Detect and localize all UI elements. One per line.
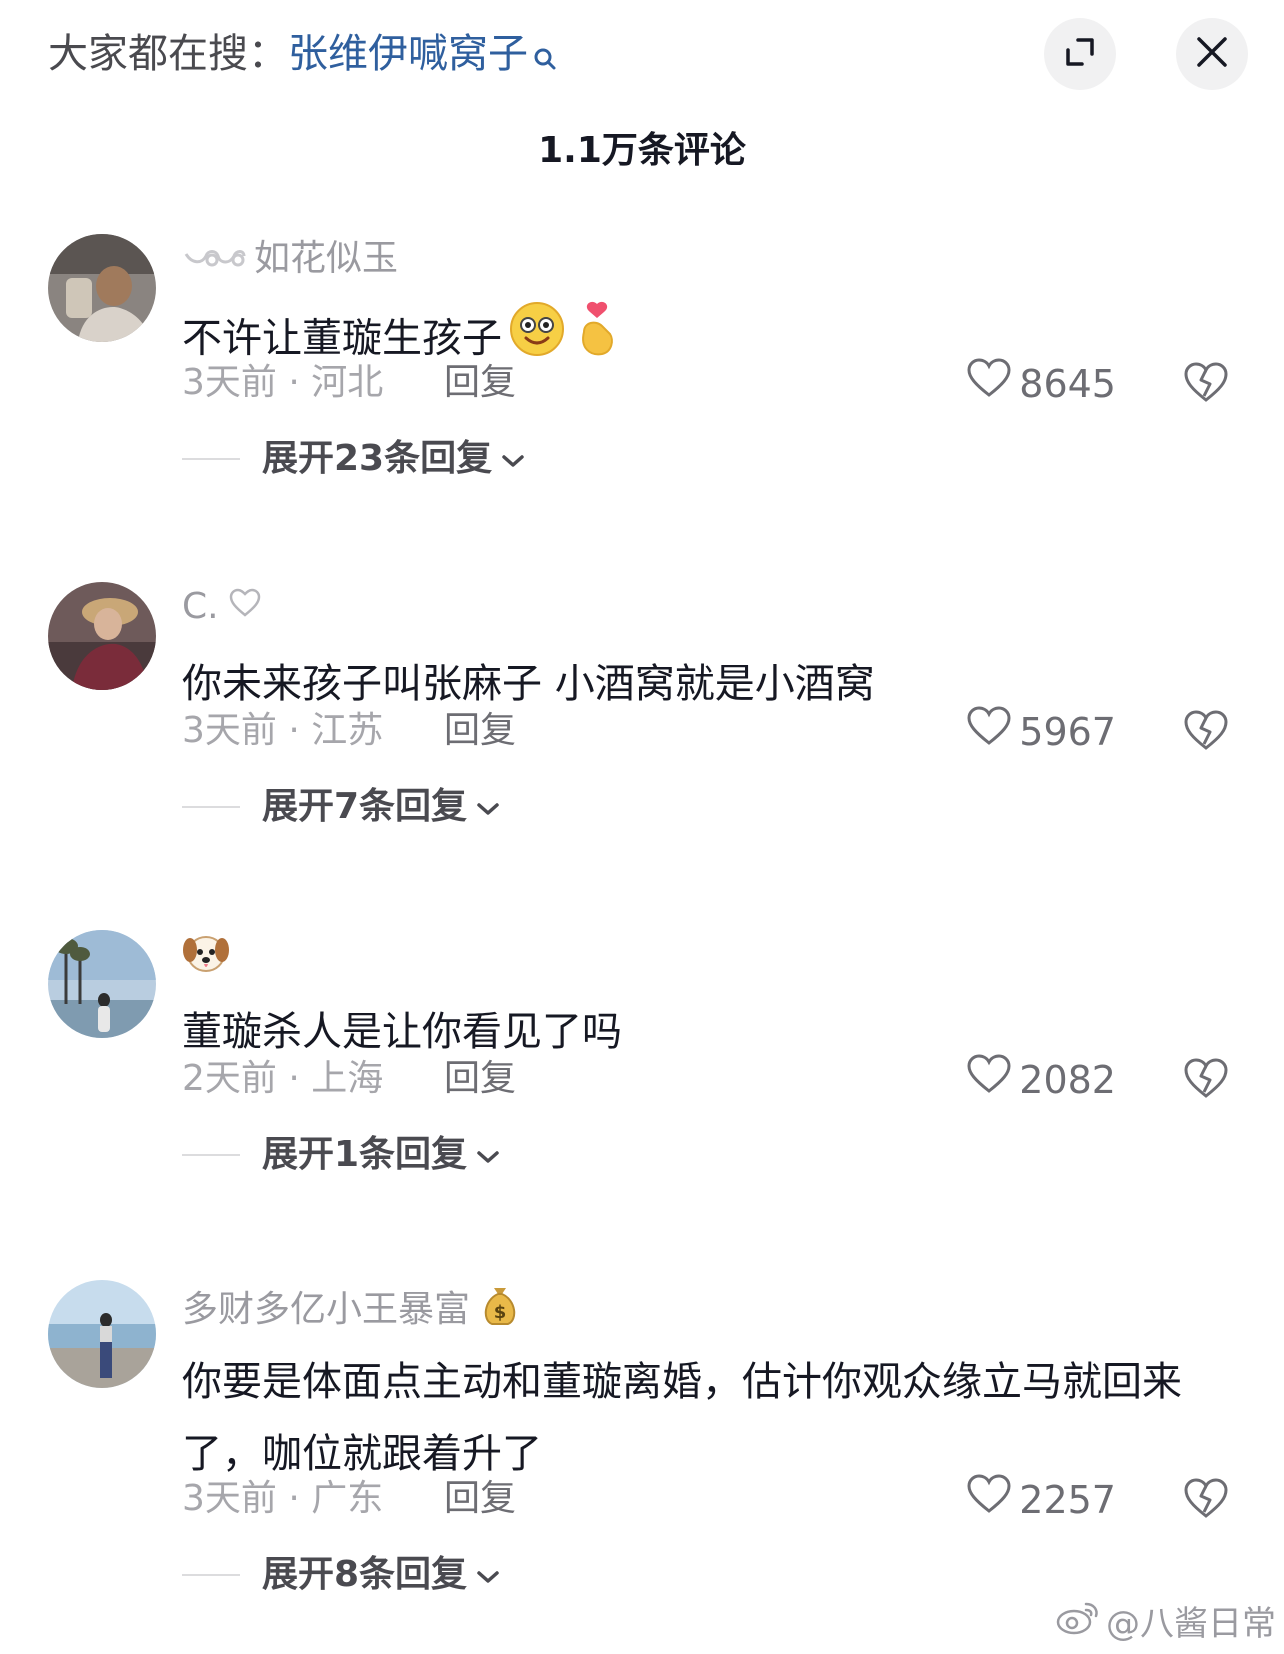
dislike-button[interactable]	[1184, 710, 1228, 756]
expand-replies-button[interactable]: 展开8条回复	[182, 1550, 501, 1600]
expand-divider	[182, 1154, 240, 1156]
comment-panel: 大家都在搜：张维伊喊窝子 1.1万条评论 如花似玉 不许让董璇生孩子 3天前 ·…	[0, 0, 1284, 1654]
dislike-icon	[1184, 710, 1228, 756]
weibo-icon	[1056, 1600, 1100, 1647]
chevron-down-icon	[500, 434, 526, 484]
expand-replies-button[interactable]: 展开23条回复	[182, 434, 526, 484]
like-count: 2257	[1019, 1478, 1116, 1522]
chevron-down-icon	[475, 1130, 501, 1180]
hot-search-banner[interactable]: 大家都在搜：张维伊喊窝子	[48, 26, 558, 82]
expand-replies-label: 展开1条回复	[262, 1134, 468, 1175]
like-count: 2082	[1019, 1058, 1116, 1102]
dislike-icon	[1184, 1058, 1228, 1104]
username-text: 多财多亿小王暴富	[182, 1289, 471, 1330]
avatar[interactable]	[48, 1280, 156, 1388]
expand-replies-label: 展开23条回复	[262, 438, 493, 479]
dislike-icon	[1184, 362, 1228, 408]
comment-time-location: 3天前 · 河北	[182, 362, 384, 403]
comment-time-location: 3天前 · 江苏	[182, 710, 384, 751]
dislike-button[interactable]	[1184, 1058, 1228, 1104]
reply-button[interactable]: 回复	[444, 706, 516, 756]
username[interactable]: 多财多亿小王暴富 $	[182, 1280, 520, 1340]
comment-body: 你要是体面点主动和董璇离婚，估计你观众缘立马就回来了，咖位就跟着升了	[182, 1359, 1182, 1477]
comment-time-location: 2天前 · 上海	[182, 1058, 384, 1099]
expand-divider	[182, 1574, 240, 1576]
heart-icon	[967, 1054, 1011, 1106]
expand-replies-label: 展开8条回复	[262, 1554, 468, 1595]
comment-count-title: 1.1万条评论	[538, 130, 746, 171]
expand-replies-label: 展开7条回复	[262, 786, 468, 827]
expand-button[interactable]	[1044, 18, 1116, 90]
dislike-button[interactable]	[1184, 1478, 1228, 1524]
avatar[interactable]	[48, 930, 156, 1038]
close-icon	[1195, 35, 1229, 73]
like-count: 5967	[1019, 710, 1116, 754]
heart-icon	[967, 358, 1011, 410]
username[interactable]: 如花似玉	[182, 234, 398, 284]
heart-outline-icon	[229, 582, 261, 632]
hot-search-term[interactable]: 张维伊喊窝子	[288, 31, 528, 77]
avatar[interactable]	[48, 234, 156, 342]
username-text: C.	[182, 586, 219, 627]
expand-replies-button[interactable]: 展开7条回复	[182, 782, 501, 832]
finger-heart-emoji-icon	[572, 300, 622, 381]
watermark: @八酱日常	[1056, 1600, 1276, 1647]
reply-button[interactable]: 回复	[444, 358, 516, 408]
comment-time-location: 3天前 · 广东	[182, 1478, 384, 1519]
watermark-text: @八酱日常	[1106, 1603, 1276, 1644]
expand-divider	[182, 806, 240, 808]
username[interactable]: C.	[182, 582, 261, 632]
hot-search-prefix: 大家都在搜：	[48, 31, 288, 77]
smile-emoji-icon	[508, 300, 566, 381]
reply-button[interactable]: 回复	[444, 1054, 516, 1104]
dog-emoji-icon	[182, 930, 230, 988]
heart-icon	[967, 706, 1011, 758]
comment-text: 你要是体面点主动和董璇离婚，估计你观众缘立马就回来了，咖位就跟着升了	[182, 1346, 1202, 1490]
expand-divider	[182, 458, 240, 460]
username-text: 如花似玉	[254, 238, 399, 279]
like-button[interactable]: 8645	[967, 358, 1116, 410]
cloud-decoration-icon	[182, 234, 248, 284]
close-button[interactable]	[1176, 18, 1248, 90]
svg-text:$: $	[494, 1302, 507, 1323]
dislike-icon	[1184, 1478, 1228, 1524]
dislike-button[interactable]	[1184, 362, 1228, 408]
heart-icon	[967, 1474, 1011, 1526]
chevron-down-icon	[475, 1550, 501, 1600]
comment-body: 不许让董璇生孩子	[182, 315, 502, 362]
comment-body: 董璇杀人是让你看见了吗	[182, 1009, 622, 1055]
money-bag-emoji-icon: $	[480, 1280, 520, 1340]
expand-replies-button[interactable]: 展开1条回复	[182, 1130, 501, 1180]
like-button[interactable]: 2257	[967, 1474, 1116, 1526]
reply-button[interactable]: 回复	[444, 1474, 516, 1524]
chevron-down-icon	[475, 782, 501, 832]
expand-icon	[1062, 34, 1098, 74]
avatar[interactable]	[48, 582, 156, 690]
username[interactable]	[182, 930, 236, 988]
comment-body: 你未来孩子叫张麻子 小酒窝就是小酒窝	[182, 661, 875, 707]
like-button[interactable]: 5967	[967, 706, 1116, 758]
like-button[interactable]: 2082	[967, 1054, 1116, 1106]
like-count: 8645	[1019, 362, 1116, 406]
search-icon	[532, 32, 558, 70]
